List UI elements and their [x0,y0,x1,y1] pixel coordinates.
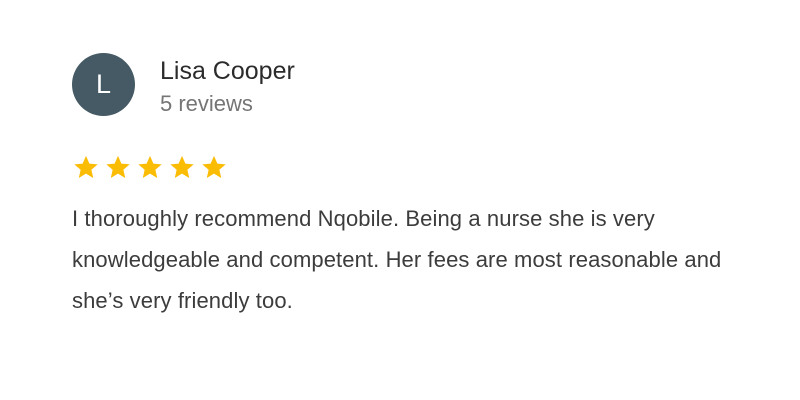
star-icon [74,155,98,178]
star-icon [106,155,130,178]
star-icon [202,155,226,178]
reviewer-name[interactable]: Lisa Cooper [160,56,295,86]
star-rating [72,153,228,181]
review-card: L Lisa Cooper 5 reviews I thoroughly rec… [0,0,800,400]
star-icon [138,155,162,178]
review-count: 5 reviews [160,91,253,116]
avatar-initial: L [95,69,112,99]
star-icon [170,155,194,178]
avatar[interactable]: L [72,53,135,116]
review-text: I thoroughly recommend Nqobile. Being a … [72,206,722,313]
